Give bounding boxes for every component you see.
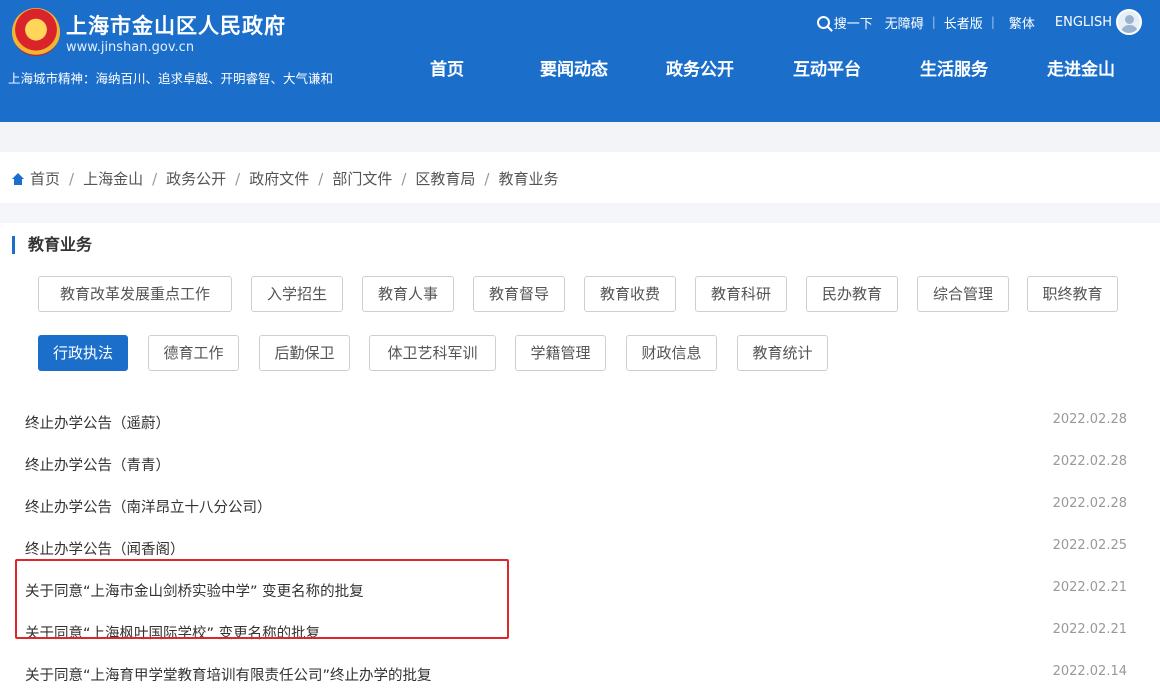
breadcrumb-education-business[interactable]: 教育业务 <box>498 168 558 189</box>
tag-enrollment[interactable]: 入学招生 <box>251 276 343 312</box>
traditional-chinese-link[interactable]: 繁体 <box>1009 13 1035 32</box>
elder-version-link[interactable]: 长者版 <box>944 13 983 32</box>
national-emblem-icon <box>12 8 60 56</box>
tag-reform-key-work[interactable]: 教育改革发展重点工作 <box>38 276 232 312</box>
tag-moral-education[interactable]: 德育工作 <box>148 335 239 371</box>
gray-band <box>0 122 1160 152</box>
english-link[interactable]: ENGLISH <box>1055 15 1112 30</box>
breadcrumb-gov-affairs[interactable]: 政务公开 <box>166 168 226 189</box>
tag-administrative-enforcement[interactable]: 行政执法 <box>38 335 128 371</box>
tag-logistics-security[interactable]: 后勤保卫 <box>259 335 350 371</box>
breadcrumb-separator: / <box>69 169 75 188</box>
tag-general-management[interactable]: 综合管理 <box>917 276 1009 312</box>
user-avatar-icon[interactable] <box>1116 9 1142 35</box>
list-item-title[interactable]: 关于同意“上海育甲学堂教育培训有限责任公司”终止办学的批复 <box>25 664 432 685</box>
list-item: 终止办学公告（遥蔚） 2022.02.28 <box>0 400 1160 442</box>
breadcrumb-dept-docs[interactable]: 部门文件 <box>332 168 392 189</box>
breadcrumb-shanghai-jinshan[interactable]: 上海金山 <box>83 168 143 189</box>
list-item-date: 2022.02.14 <box>1052 664 1127 679</box>
list-item: 关于同意“上海枫叶国际学校” 变更名称的批复 2022.02.21 <box>0 610 1160 652</box>
nav-item-news[interactable]: 要闻动态 <box>540 55 608 80</box>
divider: | <box>931 15 936 29</box>
breadcrumb-separator: / <box>484 169 490 188</box>
breadcrumb-education-bureau[interactable]: 区教育局 <box>415 168 475 189</box>
list-item-date: 2022.02.21 <box>1052 622 1127 637</box>
home-icon <box>12 172 24 185</box>
tag-sports-arts-military[interactable]: 体卫艺科军训 <box>369 335 496 371</box>
breadcrumb: 首页 / 上海金山 / 政务公开 / 政府文件 / 部门文件 / 区教育局 / … <box>12 168 558 189</box>
breadcrumb-separator: / <box>318 169 324 188</box>
main-nav: 首页 要闻动态 政务公开 互动平台 生活服务 走进金山 <box>400 55 1160 85</box>
tag-financial-info[interactable]: 财政信息 <box>626 335 717 371</box>
search-button[interactable]: 搜一下 <box>816 13 873 32</box>
nav-item-gov-affairs[interactable]: 政务公开 <box>666 55 734 80</box>
breadcrumb-separator: / <box>401 169 407 188</box>
list-item: 关于同意“上海市金山剑桥实验中学” 变更名称的批复 2022.02.21 <box>0 568 1160 610</box>
breadcrumb-separator: / <box>152 169 158 188</box>
breadcrumb-home[interactable]: 首页 <box>30 168 60 189</box>
site-header: 上海市金山区人民政府 www.jinshan.gov.cn 上海城市精神：海纳百… <box>0 0 1160 122</box>
nav-item-about-jinshan[interactable]: 走进金山 <box>1047 55 1115 80</box>
list-item-date: 2022.02.28 <box>1052 412 1127 427</box>
tag-fees[interactable]: 教育收费 <box>584 276 676 312</box>
tag-supervision[interactable]: 教育督导 <box>473 276 565 312</box>
list-item: 终止办学公告（南洋昂立十八分公司） 2022.02.28 <box>0 484 1160 526</box>
gray-band <box>0 203 1160 223</box>
list-item: 终止办学公告（闻香阁） 2022.02.25 <box>0 526 1160 568</box>
nav-item-life-services[interactable]: 生活服务 <box>920 55 988 80</box>
list-item: 终止办学公告（青青） 2022.02.28 <box>0 442 1160 484</box>
breadcrumb-separator: / <box>235 169 241 188</box>
list-item-title[interactable]: 终止办学公告（闻香阁） <box>25 538 185 559</box>
list-item-title[interactable]: 关于同意“上海枫叶国际学校” 变更名称的批复 <box>25 622 320 643</box>
list-item-title[interactable]: 终止办学公告（南洋昂立十八分公司） <box>25 496 272 517</box>
site-title[interactable]: 上海市金山区人民政府 <box>66 10 286 40</box>
tag-research[interactable]: 教育科研 <box>695 276 787 312</box>
list-item-date: 2022.02.28 <box>1052 496 1127 511</box>
list-item: 关于同意“上海育甲学堂教育培训有限责任公司”终止办学的批复 2022.02.14 <box>0 652 1160 689</box>
list-item-title[interactable]: 终止办学公告（遥蔚） <box>25 412 170 433</box>
list-item-date: 2022.02.28 <box>1052 454 1127 469</box>
top-utility-bar: 搜一下 无障碍 | 长者版 | 繁体 ENGLISH <box>816 8 1142 36</box>
nav-item-home[interactable]: 首页 <box>430 55 464 80</box>
tag-lifelong-education[interactable]: 职终教育 <box>1027 276 1118 312</box>
tag-personnel[interactable]: 教育人事 <box>362 276 454 312</box>
section-title: 教育业务 <box>12 236 92 254</box>
nav-item-interaction[interactable]: 互动平台 <box>793 55 861 80</box>
search-icon <box>816 15 830 29</box>
city-spirit-text: 上海城市精神：海纳百川、追求卓越、开明睿智、大气谦和 <box>8 71 334 86</box>
list-item-date: 2022.02.25 <box>1052 538 1127 553</box>
tag-private-education[interactable]: 民办教育 <box>806 276 898 312</box>
list-item-title[interactable]: 终止办学公告（青青） <box>25 454 170 475</box>
search-label: 搜一下 <box>833 16 873 32</box>
breadcrumb-gov-docs[interactable]: 政府文件 <box>249 168 309 189</box>
site-url: www.jinshan.gov.cn <box>66 40 195 55</box>
list-item-date: 2022.02.21 <box>1052 580 1127 595</box>
divider: | <box>990 15 995 29</box>
list-item-title[interactable]: 关于同意“上海市金山剑桥实验中学” 变更名称的批复 <box>25 580 364 601</box>
tag-student-records[interactable]: 学籍管理 <box>515 335 606 371</box>
accessibility-link[interactable]: 无障碍 <box>885 13 924 32</box>
tag-education-statistics[interactable]: 教育统计 <box>737 335 828 371</box>
